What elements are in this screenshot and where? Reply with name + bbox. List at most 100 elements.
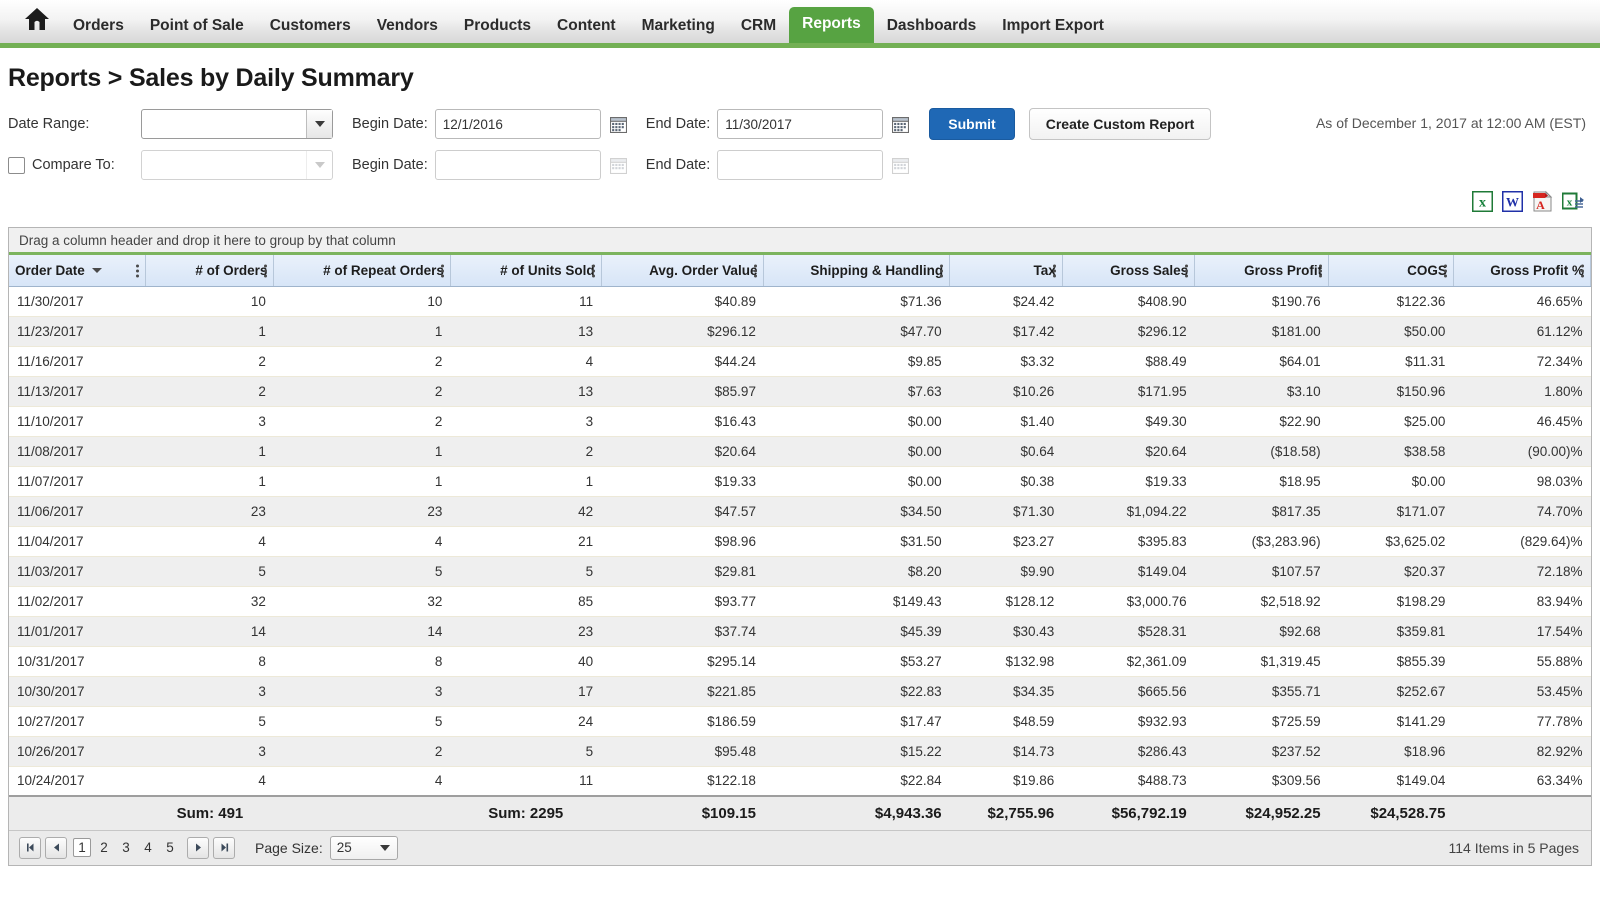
table-cell: 2 <box>273 406 451 437</box>
compare-end-date-input[interactable] <box>717 150 884 180</box>
table-cell: 98.03% <box>1453 466 1591 497</box>
table-cell: $3.10 <box>1194 376 1329 407</box>
as-of-timestamp: As of December 1, 2017 at 12:00 AM (EST) <box>1315 115 1586 131</box>
nav-item-orders[interactable]: Orders <box>60 11 137 43</box>
export-csv-icon[interactable]: x <box>1562 191 1584 212</box>
column-header-of-orders[interactable]: # of Orders <box>145 255 275 287</box>
nav-item-products[interactable]: Products <box>451 11 544 43</box>
table-cell: $3,000.76 <box>1062 586 1195 617</box>
nav-item-content[interactable]: Content <box>544 11 629 43</box>
table-cell: $49.30 <box>1062 406 1195 437</box>
column-header-avg-order-value[interactable]: Avg. Order Value <box>601 255 765 287</box>
column-menu-icon[interactable] <box>440 263 445 278</box>
table-row[interactable]: 11/13/2017 2 2 13 $85.97 $7.63 $10.26 $171.95 $3… <box>9 376 1591 407</box>
table-row[interactable]: 11/10/2017 3 2 3 $16.43 $0.00 $1.40 $49.30 $22.9… <box>9 406 1591 437</box>
table-cell: 11/08/2017 <box>9 436 146 467</box>
table-cell: $1.40 <box>949 406 1063 437</box>
nav-item-import-export[interactable]: Import Export <box>989 11 1117 43</box>
table-row[interactable]: 10/31/2017 8 8 40 $295.14 $53.27 $132.98 $2,361… <box>9 646 1591 677</box>
nav-item-dashboards[interactable]: Dashboards <box>874 11 990 43</box>
table-row[interactable]: 11/16/2017 2 2 4 $44.24 $9.85 $3.32 $88.49 $64.0… <box>9 346 1591 377</box>
begin-date-label: Begin Date: <box>352 116 428 132</box>
submit-button[interactable]: Submit <box>929 108 1015 140</box>
create-custom-report-button[interactable]: Create Custom Report <box>1028 108 1212 140</box>
export-pdf-icon[interactable]: A <box>1532 190 1553 212</box>
previous-page-icon[interactable] <box>45 836 67 859</box>
export-excel-icon[interactable]: x <box>1472 190 1493 212</box>
table-cell: $29.81 <box>601 556 764 587</box>
column-menu-icon[interactable] <box>1052 263 1057 278</box>
table-cell: 24 <box>450 706 602 737</box>
next-page-icon[interactable] <box>187 836 209 859</box>
table-row[interactable]: 11/04/2017 4 4 21 $98.96 $31.50 $23.27 $395.83(… <box>9 526 1591 557</box>
export-word-icon[interactable]: W <box>1502 190 1523 212</box>
nav-item-point-of-sale[interactable]: Point of Sale <box>137 11 257 43</box>
nav-item-crm[interactable]: CRM <box>728 11 789 43</box>
pagination-bar: 1 2 3 4 5 Page Size: 25 114 Items in 5 P… <box>9 830 1591 865</box>
column-menu-icon[interactable] <box>264 263 268 278</box>
compare-begin-date-input[interactable] <box>434 150 601 180</box>
column-header-gross-profit[interactable]: Gross Profit % <box>1453 255 1592 287</box>
table-cell: 5 <box>145 556 274 587</box>
table-row[interactable]: 10/27/2017 5 5 24 $186.59 $17.47 $48.59 $932.93… <box>9 706 1591 737</box>
calendar-icon-begin[interactable] <box>609 116 627 133</box>
last-page-icon[interactable] <box>213 836 235 859</box>
table-row[interactable]: 11/07/2017 1 1 1 $19.33 $0.00 $0.38 $19.33 $18.9… <box>9 466 1591 497</box>
table-cell: $122.36 <box>1328 286 1454 317</box>
column-header-of-units-sold[interactable]: # of Units Sold <box>450 255 602 287</box>
table-cell: $2,361.09 <box>1062 646 1195 677</box>
date-range-select[interactable] <box>141 109 333 139</box>
table-cell: $71.30 <box>949 496 1063 527</box>
page-number-3[interactable]: 3 <box>117 839 135 856</box>
column-menu-icon[interactable] <box>1185 263 1189 278</box>
end-date-input[interactable] <box>717 109 884 139</box>
page-number-4[interactable]: 4 <box>139 839 157 856</box>
table-row[interactable]: 11/06/2017 23 23 42 $47.57 $34.50 $71.30 $1,094… <box>9 496 1591 527</box>
table-cell: 3 <box>273 676 451 707</box>
table-row[interactable]: 11/30/2017 10 10 11 $40.89 $71.36 $24.42 $408.9… <box>9 286 1591 317</box>
calendar-icon-compare-end[interactable] <box>892 157 910 174</box>
page-number-1[interactable]: 1 <box>73 838 91 857</box>
group-by-dropzone[interactable]: Drag a column header and drop it here to… <box>9 228 1591 255</box>
column-header-cogs[interactable]: COGS <box>1328 255 1454 287</box>
table-row[interactable]: 11/08/2017 1 1 2 $20.64 $0.00 $0.64 $20.64 ($18.… <box>9 436 1591 467</box>
table-row[interactable]: 11/23/2017 1 1 13 $296.12 $47.70 $17.42 $296.12… <box>9 316 1591 347</box>
column-header-tax[interactable]: Tax <box>949 255 1063 287</box>
nav-item-vendors[interactable]: Vendors <box>364 11 451 43</box>
column-header-label: Gross Profit <box>1244 262 1323 278</box>
table-row[interactable]: 11/02/2017 32 32 85 $93.77 $149.43 $128.12 $3,0… <box>9 586 1591 617</box>
first-page-icon[interactable] <box>19 836 41 859</box>
column-menu-icon[interactable] <box>754 263 758 278</box>
column-menu-icon[interactable] <box>1581 263 1585 278</box>
column-menu-icon[interactable] <box>1319 263 1323 278</box>
table-cell: $95.48 <box>601 736 764 767</box>
column-header-gross-sales[interactable]: Gross Sales <box>1062 255 1196 287</box>
table-row[interactable]: 10/26/2017 3 2 5 $95.48 $15.22 $14.73 $286.43 $2… <box>9 736 1591 767</box>
table-row[interactable]: 11/01/2017 14 14 23 $37.74 $45.39 $30.43 $528.3… <box>9 616 1591 647</box>
begin-date-input[interactable] <box>434 109 601 139</box>
column-menu-icon[interactable] <box>1443 263 1448 278</box>
column-header-gross-profit[interactable]: Gross Profit <box>1194 255 1330 287</box>
compare-range-select[interactable] <box>141 150 333 180</box>
page-size-select[interactable]: 25 <box>329 835 398 860</box>
column-header-shipping-handling[interactable]: Shipping & Handling <box>763 255 951 287</box>
nav-item-reports[interactable]: Reports <box>789 7 874 43</box>
column-header-order-date[interactable]: Order Date <box>9 255 147 287</box>
nav-item-marketing[interactable]: Marketing <box>629 11 728 43</box>
page-number-2[interactable]: 2 <box>95 839 113 856</box>
column-header-label: # of Units Sold <box>500 262 595 278</box>
compare-to-checkbox[interactable] <box>8 156 25 174</box>
column-menu-icon[interactable] <box>940 263 944 278</box>
table-row[interactable]: 11/03/2017 5 5 5 $29.81 $8.20 $9.90 $149.04 $107… <box>9 556 1591 587</box>
column-menu-icon[interactable] <box>136 263 140 278</box>
column-menu-icon[interactable] <box>591 263 596 278</box>
home-icon[interactable] <box>14 0 60 43</box>
table-row[interactable]: 10/30/2017 3 3 17 $221.85 $22.83 $34.35 $665.56… <box>9 676 1591 707</box>
table-cell: $22.84 <box>763 766 950 797</box>
column-header-of-repeat-orders[interactable]: # of Repeat Orders <box>273 255 451 287</box>
calendar-icon-end[interactable] <box>892 116 910 133</box>
nav-item-customers[interactable]: Customers <box>257 11 364 43</box>
table-row[interactable]: 10/24/2017 4 4 11 $122.18 $22.84 $19.86 $488.73… <box>9 766 1591 797</box>
calendar-icon-compare-begin[interactable] <box>609 157 627 174</box>
page-number-5[interactable]: 5 <box>161 839 179 856</box>
